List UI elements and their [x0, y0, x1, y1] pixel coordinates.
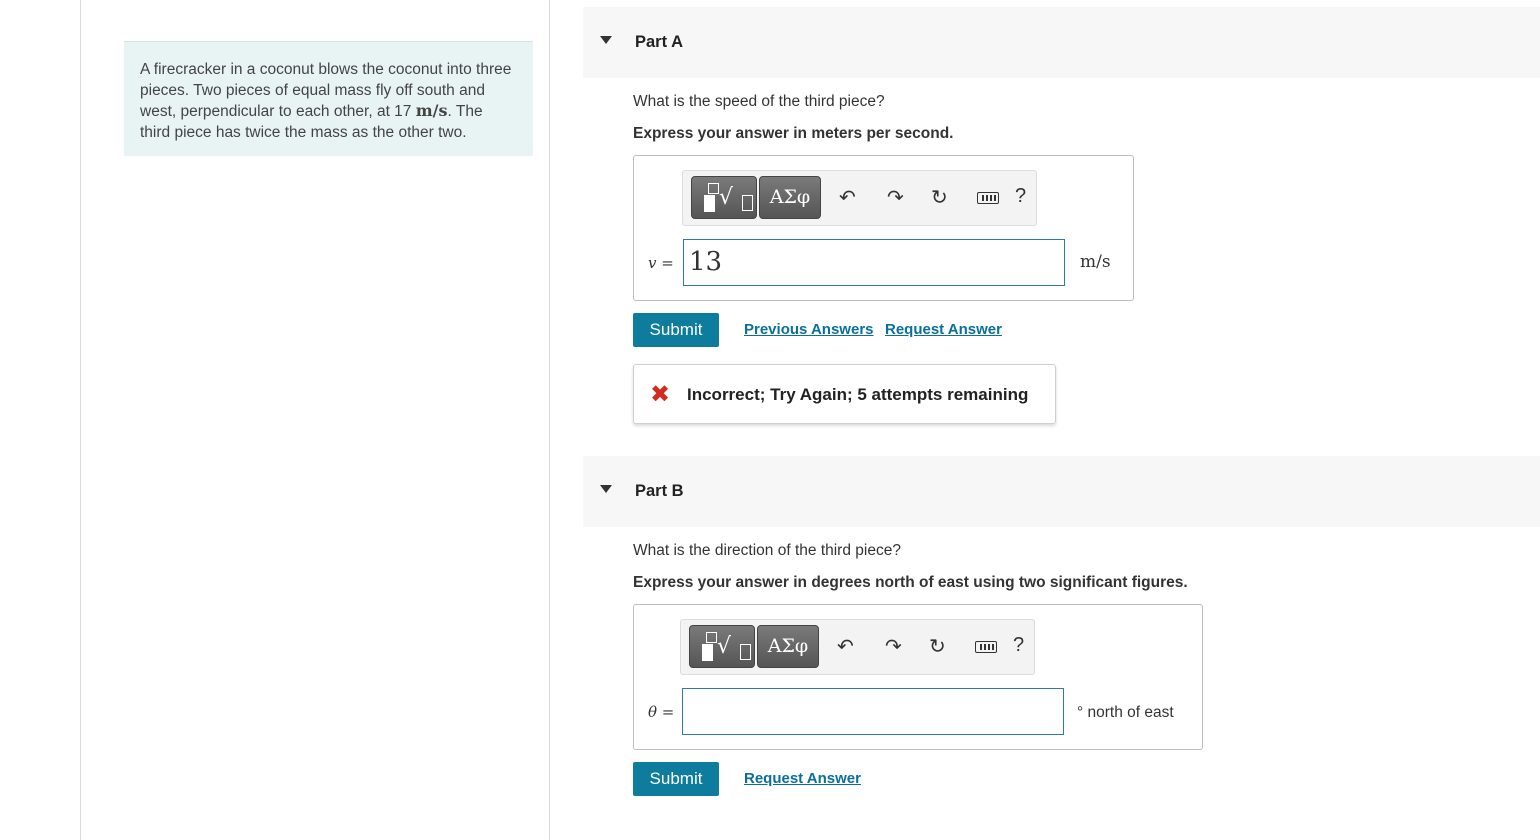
keyboard-icon[interactable] [977, 192, 999, 204]
problem-statement: A firecracker in a coconut blows the coc… [124, 41, 533, 156]
collapse-caret-icon[interactable] [600, 36, 612, 44]
template-box-icon [742, 195, 753, 211]
feedback-message: ✖ Incorrect; Try Again; 5 attempts remai… [633, 364, 1056, 424]
templates-button[interactable]: √ [689, 625, 755, 668]
speed-answer-input[interactable]: 13 [683, 239, 1065, 286]
part-b-title: Part B [635, 482, 684, 500]
speed-variable-label: v = [648, 254, 674, 272]
part-b-question: What is the direction of the third piece… [633, 542, 901, 559]
radical-icon: √ [717, 634, 732, 659]
templates-button[interactable]: √ [691, 176, 757, 219]
angle-answer-input[interactable] [682, 688, 1064, 735]
template-exponent-icon [706, 632, 717, 643]
reset-icon[interactable]: ↻ [929, 634, 946, 658]
part-a-instruction: Express your answer in meters per second… [633, 125, 954, 142]
template-block-icon [702, 644, 713, 661]
incorrect-x-icon: ✖ [650, 380, 671, 408]
undo-icon[interactable]: ↶ [837, 634, 854, 658]
left-margin-divider [80, 0, 81, 840]
problem-unit: m/s [415, 101, 448, 120]
template-exponent-icon [708, 183, 719, 194]
template-block-icon [704, 195, 715, 212]
keyboard-icon[interactable] [975, 641, 997, 653]
math-toolbar: √ ΑΣφ ↶ ↷ ↻ ? [682, 170, 1037, 226]
help-button[interactable]: ? [1015, 185, 1026, 208]
problem-period: . [447, 103, 452, 120]
part-a-answer-box: √ ΑΣφ ↶ ↷ ↻ ? v = 13 m/s [633, 155, 1134, 301]
part-a-request-answer-link[interactable]: Request Answer [885, 321, 1002, 338]
part-a-title: Part A [635, 33, 683, 51]
part-b-header[interactable]: Part B [583, 456, 1540, 527]
redo-icon[interactable]: ↷ [885, 634, 902, 658]
angle-variable-label: θ = [648, 703, 675, 721]
reset-icon[interactable]: ↻ [931, 185, 948, 209]
redo-icon[interactable]: ↷ [887, 185, 904, 209]
radical-icon: √ [719, 185, 734, 210]
collapse-caret-icon[interactable] [600, 485, 612, 493]
column-divider [549, 0, 550, 840]
help-button[interactable]: ? [1013, 634, 1024, 657]
template-box-icon [740, 644, 751, 660]
math-toolbar: √ ΑΣφ ↶ ↷ ↻ ? [680, 619, 1035, 675]
greek-symbols-button[interactable]: ΑΣφ [757, 625, 819, 668]
part-b-instruction: Express your answer in degrees north of … [633, 574, 1188, 591]
part-a-submit-button[interactable]: Submit [633, 313, 719, 347]
part-a-question: What is the speed of the third piece? [633, 93, 885, 110]
feedback-text: Incorrect; Try Again; 5 attempts remaini… [687, 385, 1029, 404]
undo-icon[interactable]: ↶ [839, 185, 856, 209]
part-b-request-answer-link[interactable]: Request Answer [744, 770, 861, 787]
part-b-answer-box: √ ΑΣφ ↶ ↷ ↻ ? θ = ° north of east [633, 604, 1203, 750]
part-b-submit-button[interactable]: Submit [633, 762, 719, 796]
speed-unit-label: m/s [1080, 252, 1111, 272]
part-a-header[interactable]: Part A [583, 7, 1540, 78]
angle-unit-label: ° north of east [1077, 704, 1174, 721]
previous-answers-link[interactable]: Previous Answers [744, 321, 874, 338]
greek-symbols-button[interactable]: ΑΣφ [759, 176, 821, 219]
